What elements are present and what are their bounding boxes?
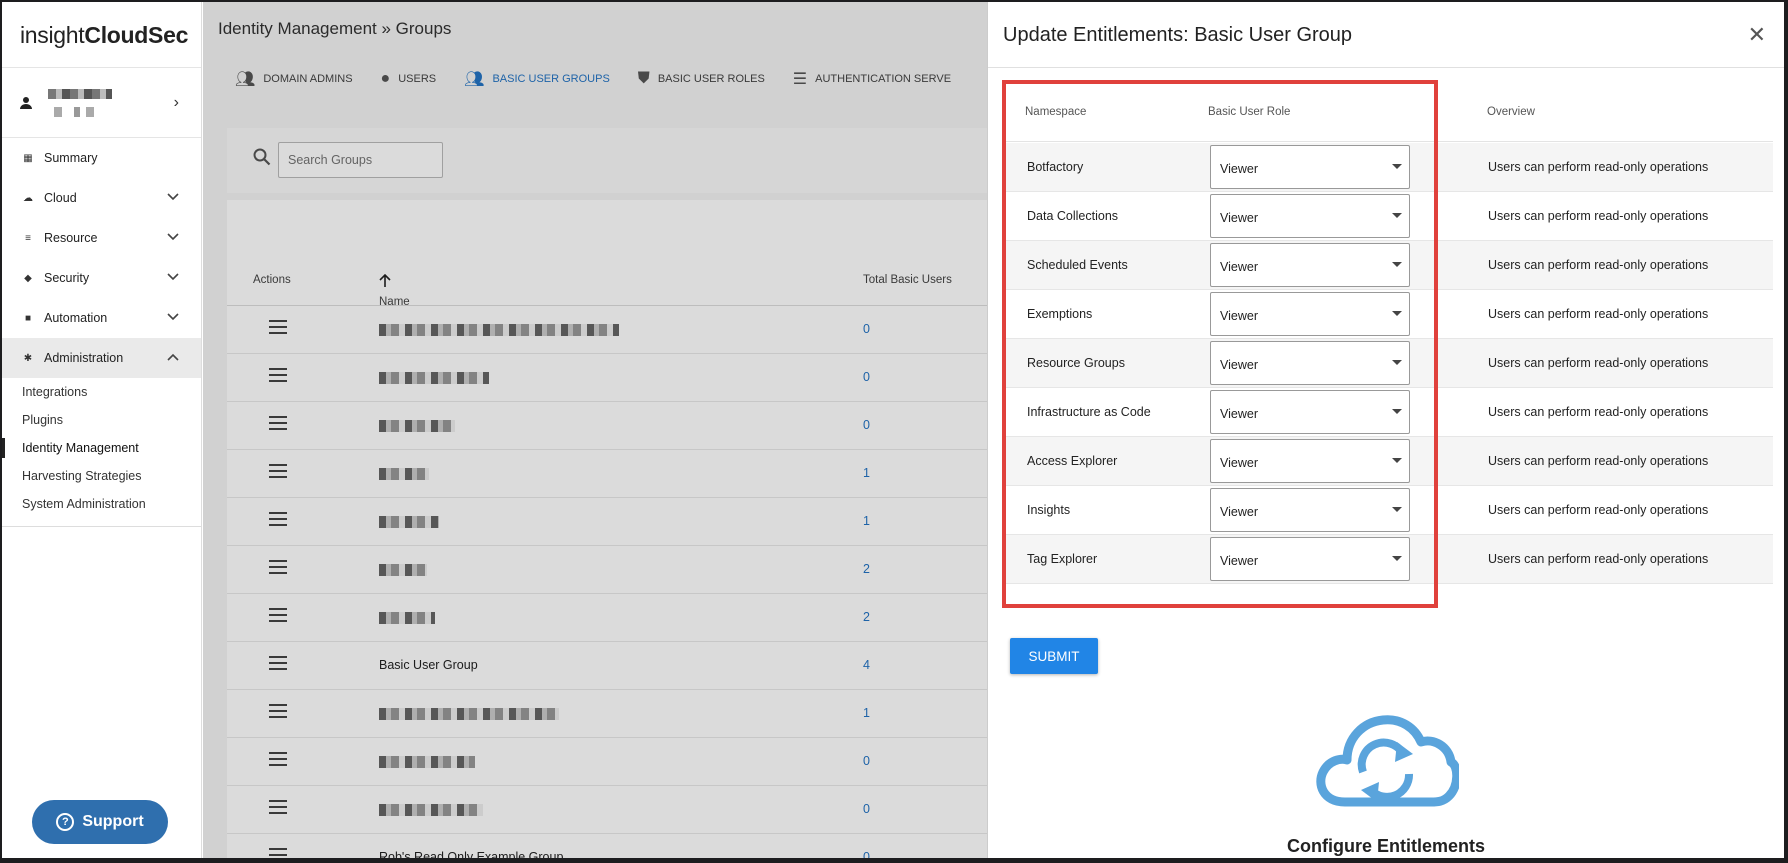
subnav-item-harvesting-strategies[interactable]: Harvesting Strategies: [2, 462, 201, 490]
sidebar-item-label: Security: [44, 271, 90, 285]
dashboard-icon: ▦: [23, 152, 33, 164]
gear-icon: ✱: [23, 352, 33, 364]
sidebar-item-security[interactable]: ◆ Security: [2, 258, 201, 298]
overview-text: Users can perform read-only operations: [1488, 209, 1709, 223]
overview-text: Users can perform read-only operations: [1488, 552, 1709, 566]
support-button[interactable]: ? Support: [32, 800, 168, 844]
lock-icon: ■: [24, 312, 32, 324]
configure-entitlements-title: Configure Entitlements: [1286, 836, 1485, 856]
app-logo[interactable]: insightCloudSec: [2, 2, 201, 68]
sidebar-item-label: Administration: [44, 351, 124, 365]
sidebar-item-cloud[interactable]: ☁ Cloud: [2, 178, 201, 218]
shield-icon: ◆: [24, 272, 32, 284]
chevron-right-icon[interactable]: ›: [174, 94, 179, 112]
column-overview: Overview: [1487, 106, 1535, 118]
sidebar-item-label: Summary: [44, 151, 98, 165]
subnav-item-plugins[interactable]: Plugins: [2, 406, 201, 434]
user-icon: [20, 96, 32, 109]
administration-subnav: Integrations Plugins Identity Management Ha…: [2, 378, 201, 527]
sidebar: insightCloudSec › ▦ Summary ☁ Cloud ≡ Resourc…: [2, 2, 202, 858]
chevron-down-icon[interactable]: [167, 230, 179, 244]
subnav-item-identity-management[interactable]: Identity Management: [2, 434, 201, 462]
chevron-down-icon[interactable]: [167, 190, 179, 204]
submit-button[interactable]: SUBMIT: [1010, 638, 1098, 674]
chevron-down-icon[interactable]: [167, 270, 179, 284]
overview-text: Users can perform read-only operations: [1488, 503, 1709, 517]
sidebar-item-automation[interactable]: ■ Automation: [2, 298, 201, 338]
user-profile[interactable]: ›: [2, 68, 201, 138]
sidebar-item-administration[interactable]: ✱ Administration: [2, 338, 201, 378]
app-window: insightCloudSec › ▦ Summary ☁ Cloud ≡ Resourc…: [2, 2, 1784, 858]
help-icon: ?: [56, 813, 75, 831]
cloud-sync-icon: [1316, 715, 1459, 807]
panel-header: Update Entitlements: Basic User Group ✕: [988, 2, 1784, 68]
sidebar-nav: ▦ Summary ☁ Cloud ≡ Resource ◆ Security ■ Automat…: [2, 138, 201, 378]
entitlements-panel: Update Entitlements: Basic User Group ✕ …: [987, 2, 1784, 858]
cloud-icon: ☁: [23, 192, 33, 204]
overview-text: Users can perform read-only operations: [1488, 454, 1709, 468]
overview-text: Users can perform read-only operations: [1488, 356, 1709, 370]
list-icon: ≡: [25, 232, 31, 244]
panel-title: Update Entitlements: Basic User Group: [1003, 24, 1353, 46]
sidebar-item-label: Cloud: [44, 191, 77, 205]
chevron-up-icon[interactable]: [167, 350, 179, 364]
subnav-item-integrations[interactable]: Integrations: [2, 378, 201, 406]
close-icon[interactable]: ✕: [1748, 22, 1766, 48]
overview-text: Users can perform read-only operations: [1488, 160, 1709, 174]
modal-backdrop[interactable]: [203, 2, 987, 858]
support-label: Support: [82, 813, 144, 830]
sidebar-item-summary[interactable]: ▦ Summary: [2, 138, 201, 178]
sidebar-item-label: Resource: [44, 231, 98, 245]
highlight-box: [1002, 80, 1438, 608]
overview-text: Users can perform read-only operations: [1488, 405, 1709, 419]
overview-text: Users can perform read-only operations: [1488, 307, 1709, 321]
logo-suffix: CloudSec: [84, 22, 189, 48]
overview-text: Users can perform read-only operations: [1488, 258, 1709, 272]
subnav-item-system-administration[interactable]: System Administration: [2, 490, 201, 518]
redacted-username: [48, 88, 112, 117]
sidebar-item-resource[interactable]: ≡ Resource: [2, 218, 201, 258]
logo-prefix: insight: [20, 22, 85, 48]
sidebar-item-label: Automation: [44, 311, 108, 325]
chevron-down-icon[interactable]: [167, 310, 179, 324]
